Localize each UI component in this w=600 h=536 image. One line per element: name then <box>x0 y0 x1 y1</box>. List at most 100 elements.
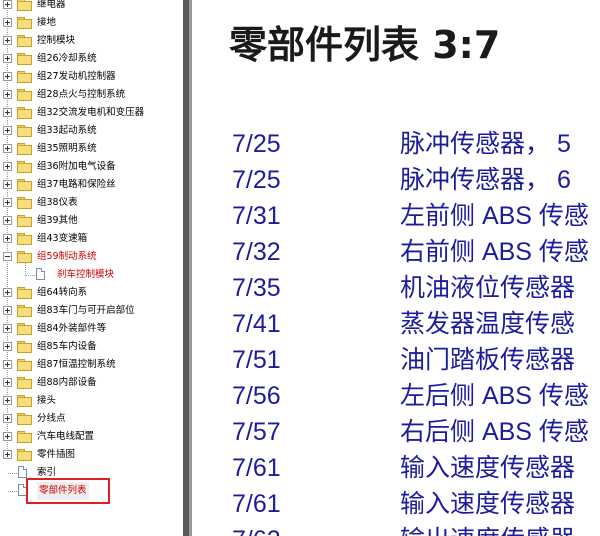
folder-icon <box>17 35 32 47</box>
expand-icon[interactable] <box>3 432 12 441</box>
part-list-row: 7/62 输出速度传感器 <box>192 522 600 536</box>
tree-folder-item[interactable]: 组39其他 <box>0 212 183 230</box>
tree-item-label: 刹车控制模块 <box>57 269 115 280</box>
part-list-row: 7/57 右后侧 ABS 传感 <box>192 414 600 450</box>
tree-folder-item[interactable]: 组83车门与可开启部位 <box>0 302 183 320</box>
tree-folder-item[interactable]: 组28点火与控制系统 <box>0 86 183 104</box>
folder-icon <box>17 233 32 245</box>
tree-item-label: 组84外装部件等 <box>37 323 107 334</box>
expand-icon[interactable] <box>3 180 12 189</box>
folder-icon <box>17 341 32 353</box>
part-name: 脉冲传感器， 5 <box>400 130 571 158</box>
folder-icon <box>17 449 32 461</box>
part-number: 7/61 <box>232 490 281 518</box>
part-list-row: 7/25 脉冲传感器， 5 <box>192 126 600 162</box>
expand-icon[interactable] <box>3 288 12 297</box>
tree-item-label: 组36附加电气设备 <box>37 161 116 172</box>
tree-item-label: 控制模块 <box>37 35 76 46</box>
part-list-row: 7/25 脉冲传感器， 6 <box>192 162 600 198</box>
expand-icon[interactable] <box>3 126 12 135</box>
expand-icon[interactable] <box>3 0 12 9</box>
expand-icon[interactable] <box>3 198 12 207</box>
tree-folder-item[interactable]: 组84外装部件等 <box>0 320 183 338</box>
folder-icon <box>17 413 32 425</box>
expand-icon[interactable] <box>3 108 12 117</box>
part-number: 7/35 <box>232 274 281 302</box>
folder-icon <box>17 89 32 101</box>
tree-folder-item[interactable]: 零件插图 <box>0 446 183 464</box>
part-name: 蒸发器温度传感 <box>400 310 576 338</box>
part-number: 7/41 <box>232 310 281 338</box>
part-list-row: 7/35 机油液位传感器 <box>192 270 600 306</box>
expand-icon[interactable] <box>3 36 12 45</box>
tree-folder-item[interactable]: 组32交流发电机和变压器 <box>0 104 183 122</box>
tree-folder-item[interactable]: 组36附加电气设备 <box>0 158 183 176</box>
tree-folder-item[interactable]: 分线点 <box>0 410 183 428</box>
expand-icon[interactable] <box>3 414 12 423</box>
tree-item-label: 组88内部设备 <box>37 377 97 388</box>
part-list-row: 7/56 左后侧 ABS 传感 <box>192 378 600 414</box>
folder-icon <box>17 71 32 83</box>
expand-icon[interactable] <box>3 378 12 387</box>
part-number: 7/56 <box>232 382 281 410</box>
tree-folder-item[interactable]: 接头 <box>0 392 183 410</box>
tree-folder-item[interactable]: 组26冷却系统 <box>0 50 183 68</box>
tree-item-label: 组64转向系 <box>37 287 88 298</box>
tree-connector <box>8 491 17 492</box>
part-number: 7/57 <box>232 418 281 446</box>
navigation-tree: 继电器 接地控制模块组26冷却系统组27发动机控制器 组28点火与控制系统 组32交流… <box>0 0 183 536</box>
tree-folder-item[interactable]: 组37电路和保险丝 <box>0 176 183 194</box>
expand-icon[interactable] <box>3 90 12 99</box>
collapse-icon[interactable] <box>3 252 12 261</box>
expand-icon[interactable] <box>3 324 12 333</box>
tree-folder-item[interactable]: 组85车内设备 <box>0 338 183 356</box>
tree-folder-item[interactable]: 控制模块 <box>0 32 183 50</box>
tree-folder-item[interactable]: 组88内部设备 <box>0 374 183 392</box>
part-list-row: 7/31 左前侧 ABS 传感 <box>192 198 600 234</box>
tree-folder-item[interactable]: 组35照明系统 <box>0 140 183 158</box>
pane-divider[interactable] <box>183 0 192 536</box>
expand-icon[interactable] <box>3 54 12 63</box>
expand-icon[interactable] <box>3 144 12 153</box>
tree-folder-item[interactable]: 组33起动系统 <box>0 122 183 140</box>
expand-icon[interactable] <box>3 450 12 459</box>
tree-child-item[interactable]: 刹车控制模块 <box>0 266 183 284</box>
expand-icon[interactable] <box>3 216 12 225</box>
part-name: 脉冲传感器， 6 <box>400 166 571 194</box>
tree-item-label: 组83车门与可开启部位 <box>37 305 135 316</box>
expand-icon[interactable] <box>3 306 12 315</box>
part-name: 右后侧 ABS 传感 <box>400 418 589 446</box>
tree-child-guide <box>25 262 26 274</box>
tree-item-label: 组37电路和保险丝 <box>37 179 116 190</box>
tree-folder-item[interactable]: 继电器 <box>0 0 183 14</box>
part-name: 输入速度传感器 <box>400 490 576 518</box>
tree-item-label: 汽车电线配置 <box>37 431 95 442</box>
folder-icon <box>17 305 32 317</box>
tree-folder-item[interactable]: 组43变速箱 <box>0 230 183 248</box>
tree-folder-item[interactable]: 组64转向系 <box>0 284 183 302</box>
tree-folder-item[interactable]: 组27发动机控制器 <box>0 68 183 86</box>
tree-item-label: 零件插图 <box>37 449 76 460</box>
expand-icon[interactable] <box>3 72 12 81</box>
folder-icon <box>17 125 32 137</box>
tree-item-label: 组59制动系统 <box>37 251 97 262</box>
tree-folder-item[interactable]: 组59制动系统 <box>0 248 183 266</box>
tree-item-label: 分线点 <box>37 413 66 424</box>
folder-icon <box>17 0 32 11</box>
folder-icon <box>17 323 32 335</box>
part-number: 7/31 <box>232 202 281 230</box>
tree-item-label: 组87恒温控制系统 <box>37 359 116 370</box>
expand-icon[interactable] <box>3 234 12 243</box>
expand-icon[interactable] <box>3 396 12 405</box>
part-list-row: 7/32 右前侧 ABS 传感 <box>192 234 600 270</box>
expand-icon[interactable] <box>3 162 12 171</box>
tree-item-label: 组26冷却系统 <box>37 53 97 64</box>
tree-folder-item[interactable]: 接地 <box>0 14 183 32</box>
expand-icon[interactable] <box>3 360 12 369</box>
tree-folder-item[interactable]: 组38仪表 <box>0 194 183 212</box>
tree-folder-item[interactable]: 组87恒温控制系统 <box>0 356 183 374</box>
tree-folder-item[interactable]: 汽车电线配置 <box>0 428 183 446</box>
expand-icon[interactable] <box>3 342 12 351</box>
expand-icon[interactable] <box>3 18 12 27</box>
tree-item-label: 组39其他 <box>37 215 78 226</box>
